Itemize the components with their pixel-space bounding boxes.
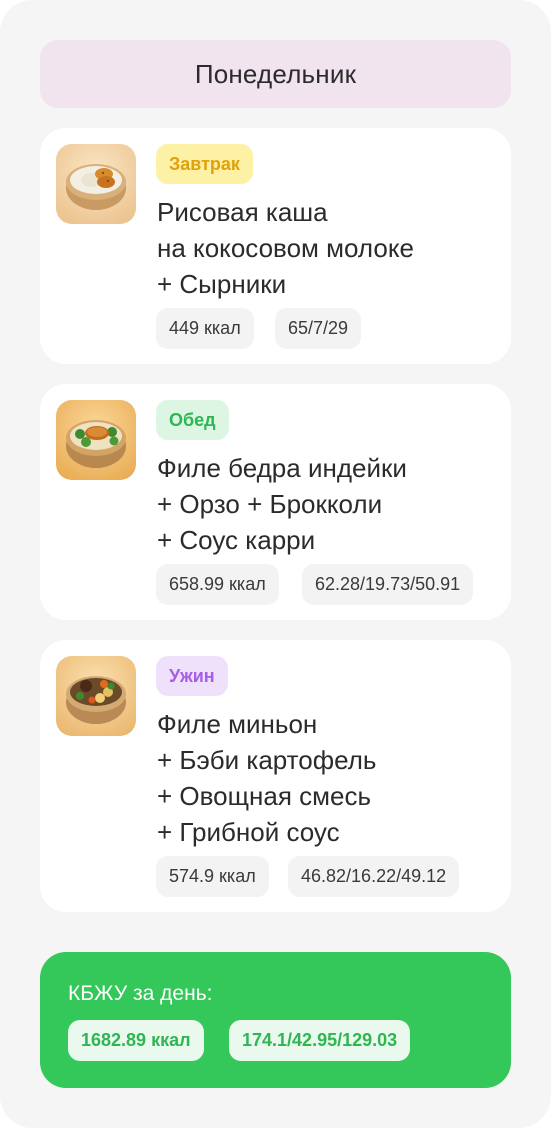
- meal-title-line: Филе бедра индейки: [157, 453, 407, 483]
- summary-title: КБЖУ за день:: [68, 982, 213, 1005]
- meal-title: Филе миньон + Бэби картофель + Овощная с…: [157, 706, 507, 850]
- kcal-value: 449 ккал: [169, 318, 241, 338]
- bju-chip: 65/7/29: [275, 308, 362, 349]
- bju-chip: 62.28/19.73/50.91: [302, 564, 474, 605]
- meal-title: Филе бедра индейки + Орзо + Брокколи + С…: [157, 450, 507, 558]
- bju-value: 62.28/19.73/50.91: [315, 574, 461, 594]
- summary-bju-chip: 174.1/42.95/129.03: [229, 1020, 411, 1061]
- kcal-chip: 574.9 ккал: [156, 856, 269, 897]
- kcal-value: 574.9 ккал: [169, 866, 256, 886]
- meal-title-line: Филе миньон: [157, 709, 318, 739]
- kcal-value: 658.99 ккал: [169, 574, 266, 594]
- meal-title-line: + Грибной соус: [157, 817, 340, 847]
- meal-tag-label: Завтрак: [169, 153, 240, 174]
- day-menu-panel: Понедельник Завтрак Рисовая каша на коко…: [0, 0, 551, 1128]
- meal-title-line: Рисовая каша: [157, 197, 328, 227]
- meal-tag-dinner: Ужин: [156, 656, 228, 696]
- daily-summary: КБЖУ за день: 1682.89 ккал 174.1/42.95/1…: [40, 952, 511, 1088]
- bju-value: 65/7/29: [288, 318, 349, 338]
- meal-image-lunch: [56, 400, 136, 480]
- kcal-chip: 449 ккал: [156, 308, 254, 349]
- meal-title-line: + Бэби картофель: [157, 745, 377, 775]
- meal-card-breakfast[interactable]: Завтрак Рисовая каша на кокосовом молоке…: [40, 128, 511, 364]
- meal-tag-label: Ужин: [169, 665, 215, 686]
- meal-tag-breakfast: Завтрак: [156, 144, 253, 184]
- meal-title-line: + Овощная смесь: [157, 781, 372, 811]
- meal-title-line: + Орзо + Брокколи: [157, 489, 383, 519]
- bju-value: 46.82/16.22/49.12: [301, 866, 447, 886]
- meal-card-lunch[interactable]: Обед Филе бедра индейки + Орзо + Броккол…: [40, 384, 511, 620]
- meal-image-breakfast: [56, 144, 136, 224]
- day-title: Понедельник: [194, 58, 357, 89]
- meal-tag-lunch: Обед: [156, 400, 229, 440]
- meal-title: Рисовая каша на кокосовом молоке + Сырни…: [157, 194, 507, 302]
- meal-title-line: + Соус карри: [157, 525, 316, 555]
- meal-title-line: на кокосовом молоке: [157, 233, 414, 263]
- day-header[interactable]: Понедельник: [40, 40, 511, 108]
- meal-tag-label: Обед: [169, 409, 216, 430]
- meal-title-line: + Сырники: [157, 269, 287, 299]
- summary-bju-value: 174.1/42.95/129.03: [242, 1030, 398, 1050]
- summary-kcal-value: 1682.89 ккал: [81, 1030, 191, 1050]
- meal-image-dinner: [56, 656, 136, 736]
- summary-kcal-chip: 1682.89 ккал: [68, 1020, 204, 1061]
- kcal-chip: 658.99 ккал: [156, 564, 279, 605]
- meal-card-dinner[interactable]: Ужин Филе миньон + Бэби картофель + Овощ…: [40, 640, 511, 912]
- bju-chip: 46.82/16.22/49.12: [288, 856, 460, 897]
